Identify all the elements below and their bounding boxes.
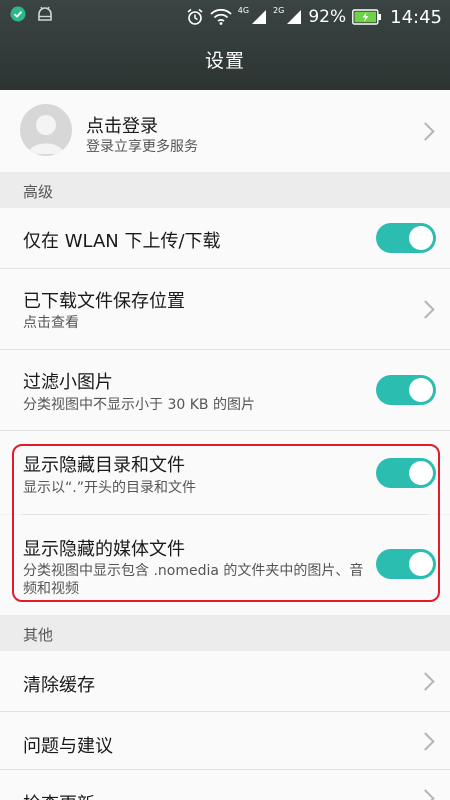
battery-charging-icon	[352, 9, 382, 25]
chevron-right-icon	[416, 789, 435, 800]
chevron-right-icon	[416, 300, 435, 319]
wlan-only-toggle[interactable]	[376, 223, 436, 253]
battery-percent: 92%	[308, 7, 347, 27]
setting-check-update[interactable]: 检查更新	[0, 770, 450, 800]
alarm-icon	[187, 8, 203, 25]
section-other-label: 其他	[23, 626, 54, 644]
account-login-row[interactable]: 点击登录 登录立享更多服务	[0, 90, 450, 172]
network-4g-label: 4G	[237, 6, 250, 15]
status-bar: 4G 2G 92% 14:45	[0, 0, 450, 34]
setting-download-location-title: 已下载文件保存位置	[23, 291, 185, 312]
setting-feedback-title: 问题与建议	[23, 736, 113, 757]
setting-show-hidden-media[interactable]: 显示隐藏的媒体文件 分类视图中显示包含 .nomedia 的文件夹中的图片、音频…	[0, 515, 450, 615]
setting-clear-cache[interactable]: 清除缓存	[0, 651, 450, 711]
signal-icon-sim1	[252, 10, 267, 24]
android-debug-icon	[38, 6, 52, 21]
settings-screen: 4G 2G 92% 14:45 设置 点击登录 登录立享更多服务 高级 仅在 W…	[0, 0, 450, 800]
section-header-other: 其他	[0, 615, 450, 651]
setting-filter-images-subtitle: 分类视图中不显示小于 30 KB 的图片	[23, 397, 255, 413]
setting-show-hidden-media-title: 显示隐藏的媒体文件	[23, 539, 185, 560]
setting-clear-cache-title: 清除缓存	[23, 675, 95, 696]
setting-show-hidden-files[interactable]: 显示隐藏目录和文件 显示以“.”开头的目录和文件	[0, 431, 450, 514]
setting-filter-images-title: 过滤小图片	[23, 372, 113, 393]
section-advanced-label: 高级	[23, 183, 54, 201]
login-title: 点击登录	[86, 116, 158, 137]
chevron-right-icon	[416, 672, 435, 691]
login-subtitle: 登录立享更多服务	[86, 139, 198, 155]
page-title: 设置	[204, 50, 245, 72]
status-left	[10, 6, 54, 22]
setting-wlan-only-title: 仅在 WLAN 下上传/下载	[23, 231, 221, 252]
setting-show-hidden-files-subtitle: 显示以“.”开头的目录和文件	[23, 480, 196, 496]
network-2g-label: 2G	[273, 6, 285, 15]
section-header-advanced: 高级	[0, 172, 450, 208]
setting-feedback[interactable]: 问题与建议	[0, 712, 450, 769]
status-right: 4G 2G 92% 14:45	[186, 4, 442, 30]
avatar	[20, 104, 72, 156]
setting-filter-small-images[interactable]: 过滤小图片 分类视图中不显示小于 30 KB 的图片	[0, 350, 450, 430]
setting-wlan-only[interactable]: 仅在 WLAN 下上传/下载	[0, 208, 450, 268]
setting-download-location[interactable]: 已下载文件保存位置 点击查看	[0, 269, 450, 349]
show-hidden-files-toggle[interactable]	[376, 458, 436, 488]
setting-download-location-subtitle: 点击查看	[23, 315, 79, 331]
setting-check-update-title: 检查更新	[23, 790, 95, 800]
app-notification-icon	[10, 6, 26, 22]
chevron-right-icon	[416, 732, 435, 751]
setting-show-hidden-files-title: 显示隐藏目录和文件	[23, 455, 185, 476]
filter-images-toggle[interactable]	[376, 375, 436, 405]
wifi-icon	[210, 9, 232, 25]
chevron-right-icon	[416, 122, 435, 141]
app-bar: 4G 2G 92% 14:45 设置	[0, 0, 450, 90]
show-hidden-media-toggle[interactable]	[376, 549, 436, 579]
clock-time: 14:45	[390, 6, 442, 28]
avatar-silhouette-icon	[28, 115, 64, 154]
setting-show-hidden-media-subtitle: 分类视图中显示包含 .nomedia 的文件夹中的图片、音频和视频	[23, 563, 364, 597]
signal-icon-sim2	[287, 10, 302, 24]
